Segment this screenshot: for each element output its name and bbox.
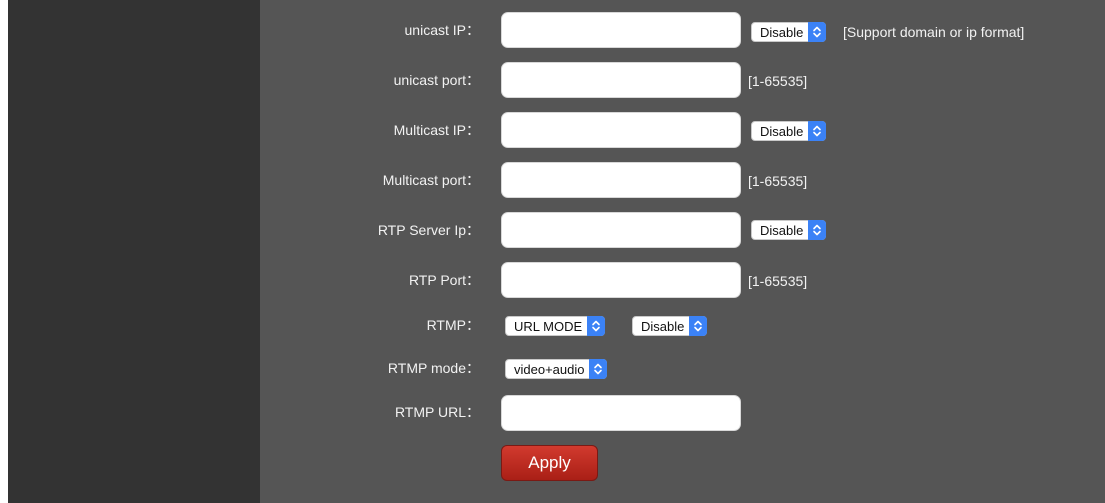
up-down-chevron-icon xyxy=(808,220,827,240)
rtp-port-input[interactable] xyxy=(501,262,741,298)
apply-button[interactable]: Apply xyxy=(501,445,598,481)
unicast-ip-hint: [Support domain or ip format] xyxy=(843,24,1025,40)
rtmp-stream-mode-select-value: video+audio xyxy=(514,361,585,377)
rtp-server-ip-select[interactable]: Disable xyxy=(751,220,827,240)
rtp-port-hint: [1-65535] xyxy=(748,273,808,289)
multicast-port-input[interactable] xyxy=(501,162,741,198)
multicast-ip-input[interactable] xyxy=(501,112,741,148)
rtp-port-label: RTP Port： xyxy=(408,272,480,288)
rtmp-enable-select[interactable]: Disable xyxy=(632,316,708,336)
unicast-port-hint: [1-65535] xyxy=(748,73,808,89)
multicast-port-hint: [1-65535] xyxy=(748,173,808,189)
up-down-chevron-icon xyxy=(587,316,606,336)
rtp-server-ip-select-value: Disable xyxy=(760,222,804,238)
multicast-ip-label: Multicast IP： xyxy=(393,122,480,138)
rtmp-enable-select-value: Disable xyxy=(641,318,685,334)
rtp-server-ip-input[interactable] xyxy=(501,212,741,248)
rtmp-mode-select-value: URL MODE xyxy=(514,318,583,334)
up-down-chevron-icon xyxy=(589,359,608,379)
rtmp-url-input[interactable] xyxy=(501,395,741,431)
up-down-chevron-icon xyxy=(689,316,708,336)
unicast-port-label: unicast port： xyxy=(393,72,480,88)
up-down-chevron-icon xyxy=(808,121,827,141)
multicast-ip-select[interactable]: Disable xyxy=(751,121,827,141)
unicast-ip-select[interactable]: Disable xyxy=(751,22,827,42)
rtmp-url-label: RTMP URL： xyxy=(394,404,480,420)
multicast-ip-select-value: Disable xyxy=(760,123,804,139)
rtmp-label: RTMP： xyxy=(426,317,480,333)
unicast-port-input[interactable] xyxy=(501,62,741,98)
rtp-server-ip-label: RTP Server Ip： xyxy=(377,222,480,238)
up-down-chevron-icon xyxy=(808,22,827,42)
rtmp-mode-select[interactable]: URL MODE xyxy=(505,316,606,336)
rtmp-stream-mode-select[interactable]: video+audio xyxy=(505,359,608,379)
unicast-ip-input[interactable] xyxy=(501,12,741,48)
multicast-port-label: Multicast port： xyxy=(382,172,480,188)
rtmp-stream-mode-label: RTMP mode： xyxy=(387,360,480,376)
unicast-ip-label: unicast IP： xyxy=(404,22,480,38)
unicast-ip-select-value: Disable xyxy=(760,24,804,40)
